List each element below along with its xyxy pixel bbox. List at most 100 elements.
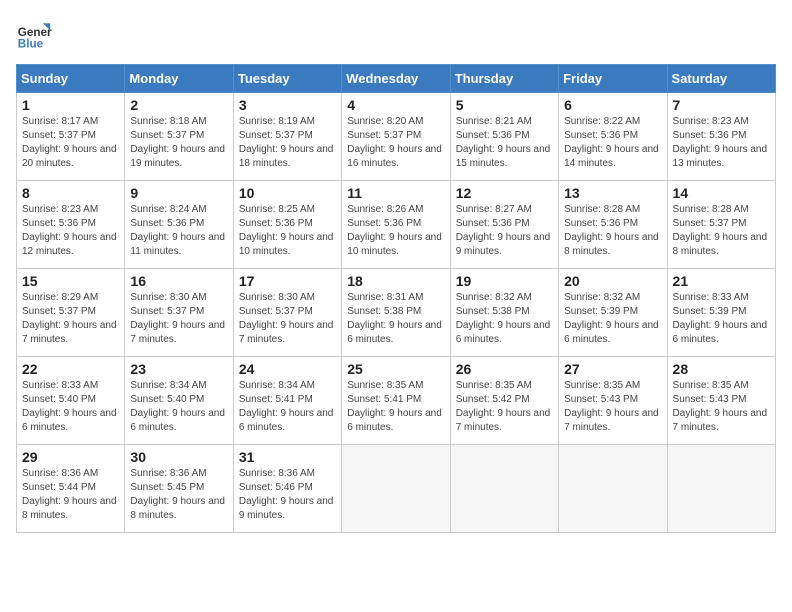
day-number: 19	[456, 273, 553, 289]
cell-detail: Sunrise: 8:26 AMSunset: 5:36 PMDaylight:…	[347, 203, 444, 259]
day-number: 13	[564, 185, 661, 201]
calendar-row: 22Sunrise: 8:33 AMSunset: 5:40 PMDayligh…	[17, 357, 776, 445]
cell-detail: Sunrise: 8:19 AMSunset: 5:37 PMDaylight:…	[239, 115, 336, 171]
day-cell-23: 23Sunrise: 8:34 AMSunset: 5:40 PMDayligh…	[125, 357, 233, 445]
day-cell-11: 11 Sunrise: 8:26 AMSunset: 5:36 PMDayligh…	[342, 181, 450, 269]
day-cell-3: 3 Sunrise: 8:19 AMSunset: 5:37 PMDaylight…	[233, 93, 341, 181]
cell-detail: Sunrise: 8:34 AMSunset: 5:41 PMDaylight:…	[239, 379, 336, 435]
calendar-row: 8 Sunrise: 8:23 AMSunset: 5:36 PMDaylight…	[17, 181, 776, 269]
cell-detail: Sunrise: 8:27 AMSunset: 5:36 PMDaylight:…	[456, 203, 553, 259]
cell-detail: Sunrise: 8:23 AMSunset: 5:36 PMDaylight:…	[673, 115, 770, 171]
cell-detail: Sunrise: 8:36 AMSunset: 5:44 PMDaylight:…	[22, 467, 119, 523]
empty-cell	[667, 445, 775, 533]
weekday-wednesday: Wednesday	[342, 65, 450, 93]
cell-detail: Sunrise: 8:30 AMSunset: 5:37 PMDaylight:…	[130, 291, 227, 347]
cell-detail: Sunrise: 8:35 AMSunset: 5:43 PMDaylight:…	[564, 379, 661, 435]
day-cell-21: 21 Sunrise: 8:33 AMSunset: 5:39 PMDayligh…	[667, 269, 775, 357]
day-cell-19: 19Sunrise: 8:32 AMSunset: 5:38 PMDayligh…	[450, 269, 558, 357]
day-number: 25	[347, 361, 444, 377]
day-number: 7	[673, 97, 770, 113]
day-number: 4	[347, 97, 444, 113]
day-cell-6: 6 Sunrise: 8:22 AMSunset: 5:36 PMDaylight…	[559, 93, 667, 181]
calendar-row: 15 Sunrise: 8:29 AMSunset: 5:37 PMDayligh…	[17, 269, 776, 357]
day-number: 17	[239, 273, 336, 289]
day-number: 23	[130, 361, 227, 377]
day-cell-31: 31 Sunrise: 8:36 AMSunset: 5:46 PMDayligh…	[233, 445, 341, 533]
day-number: 28	[673, 361, 770, 377]
day-cell-22: 22Sunrise: 8:33 AMSunset: 5:40 PMDayligh…	[17, 357, 125, 445]
day-cell-2: 2 Sunrise: 8:18 AMSunset: 5:37 PMDaylight…	[125, 93, 233, 181]
day-cell-18: 18Sunrise: 8:31 AMSunset: 5:38 PMDayligh…	[342, 269, 450, 357]
weekday-tuesday: Tuesday	[233, 65, 341, 93]
weekday-header-row: SundayMondayTuesdayWednesdayThursdayFrid…	[17, 65, 776, 93]
cell-detail: Sunrise: 8:35 AMSunset: 5:42 PMDaylight:…	[456, 379, 553, 435]
day-cell-9: 9 Sunrise: 8:24 AMSunset: 5:36 PMDaylight…	[125, 181, 233, 269]
cell-detail: Sunrise: 8:24 AMSunset: 5:36 PMDaylight:…	[130, 203, 227, 259]
day-cell-27: 27Sunrise: 8:35 AMSunset: 5:43 PMDayligh…	[559, 357, 667, 445]
day-cell-17: 17 Sunrise: 8:30 AMSunset: 5:37 PMDayligh…	[233, 269, 341, 357]
day-number: 6	[564, 97, 661, 113]
cell-detail: Sunrise: 8:20 AMSunset: 5:37 PMDaylight:…	[347, 115, 444, 171]
day-number: 11	[347, 185, 444, 201]
cell-detail: Sunrise: 8:35 AMSunset: 5:43 PMDaylight:…	[673, 379, 770, 435]
day-cell-1: 1Sunrise: 8:17 AMSunset: 5:37 PMDaylight…	[17, 93, 125, 181]
cell-detail: Sunrise: 8:21 AMSunset: 5:36 PMDaylight:…	[456, 115, 553, 171]
day-number: 24	[239, 361, 336, 377]
empty-cell	[450, 445, 558, 533]
day-number: 2	[130, 97, 227, 113]
day-cell-20: 20Sunrise: 8:32 AMSunset: 5:39 PMDayligh…	[559, 269, 667, 357]
cell-detail: Sunrise: 8:25 AMSunset: 5:36 PMDaylight:…	[239, 203, 336, 259]
day-number: 14	[673, 185, 770, 201]
day-cell-12: 12 Sunrise: 8:27 AMSunset: 5:36 PMDayligh…	[450, 181, 558, 269]
day-cell-26: 26Sunrise: 8:35 AMSunset: 5:42 PMDayligh…	[450, 357, 558, 445]
logo-icon: General Blue	[16, 16, 52, 52]
day-cell-5: 5 Sunrise: 8:21 AMSunset: 5:36 PMDaylight…	[450, 93, 558, 181]
empty-cell	[342, 445, 450, 533]
header: General Blue	[16, 16, 776, 52]
cell-detail: Sunrise: 8:23 AMSunset: 5:36 PMDaylight:…	[22, 203, 119, 259]
day-cell-25: 25Sunrise: 8:35 AMSunset: 5:41 PMDayligh…	[342, 357, 450, 445]
day-cell-24: 24 Sunrise: 8:34 AMSunset: 5:41 PMDayligh…	[233, 357, 341, 445]
day-cell-4: 4 Sunrise: 8:20 AMSunset: 5:37 PMDaylight…	[342, 93, 450, 181]
day-number: 21	[673, 273, 770, 289]
cell-detail: Sunrise: 8:22 AMSunset: 5:36 PMDaylight:…	[564, 115, 661, 171]
weekday-saturday: Saturday	[667, 65, 775, 93]
cell-detail: Sunrise: 8:33 AMSunset: 5:39 PMDaylight:…	[673, 291, 770, 347]
day-number: 20	[564, 273, 661, 289]
day-number: 31	[239, 449, 336, 465]
day-number: 16	[130, 273, 227, 289]
day-cell-28: 28 Sunrise: 8:35 AMSunset: 5:43 PMDayligh…	[667, 357, 775, 445]
day-number: 3	[239, 97, 336, 113]
cell-detail: Sunrise: 8:28 AMSunset: 5:37 PMDaylight:…	[673, 203, 770, 259]
day-number: 8	[22, 185, 119, 201]
calendar: SundayMondayTuesdayWednesdayThursdayFrid…	[16, 64, 776, 533]
weekday-friday: Friday	[559, 65, 667, 93]
day-number: 9	[130, 185, 227, 201]
cell-detail: Sunrise: 8:31 AMSunset: 5:38 PMDaylight:…	[347, 291, 444, 347]
day-cell-8: 8 Sunrise: 8:23 AMSunset: 5:36 PMDaylight…	[17, 181, 125, 269]
calendar-row: 29 Sunrise: 8:36 AMSunset: 5:44 PMDayligh…	[17, 445, 776, 533]
logo: General Blue	[16, 16, 52, 52]
day-cell-13: 13 Sunrise: 8:28 AMSunset: 5:36 PMDayligh…	[559, 181, 667, 269]
cell-detail: Sunrise: 8:18 AMSunset: 5:37 PMDaylight:…	[130, 115, 227, 171]
cell-detail: Sunrise: 8:29 AMSunset: 5:37 PMDaylight:…	[22, 291, 119, 347]
day-number: 1	[22, 97, 119, 113]
day-number: 15	[22, 273, 119, 289]
day-cell-15: 15 Sunrise: 8:29 AMSunset: 5:37 PMDayligh…	[17, 269, 125, 357]
calendar-row: 1Sunrise: 8:17 AMSunset: 5:37 PMDaylight…	[17, 93, 776, 181]
day-cell-14: 14 Sunrise: 8:28 AMSunset: 5:37 PMDayligh…	[667, 181, 775, 269]
cell-detail: Sunrise: 8:28 AMSunset: 5:36 PMDaylight:…	[564, 203, 661, 259]
day-cell-29: 29 Sunrise: 8:36 AMSunset: 5:44 PMDayligh…	[17, 445, 125, 533]
cell-detail: Sunrise: 8:30 AMSunset: 5:37 PMDaylight:…	[239, 291, 336, 347]
cell-detail: Sunrise: 8:36 AMSunset: 5:46 PMDaylight:…	[239, 467, 336, 523]
day-number: 30	[130, 449, 227, 465]
day-number: 29	[22, 449, 119, 465]
svg-text:Blue: Blue	[18, 38, 44, 51]
day-cell-30: 30Sunrise: 8:36 AMSunset: 5:45 PMDayligh…	[125, 445, 233, 533]
day-cell-16: 16 Sunrise: 8:30 AMSunset: 5:37 PMDayligh…	[125, 269, 233, 357]
day-number: 5	[456, 97, 553, 113]
day-number: 22	[22, 361, 119, 377]
day-cell-10: 10Sunrise: 8:25 AMSunset: 5:36 PMDayligh…	[233, 181, 341, 269]
day-number: 12	[456, 185, 553, 201]
empty-cell	[559, 445, 667, 533]
